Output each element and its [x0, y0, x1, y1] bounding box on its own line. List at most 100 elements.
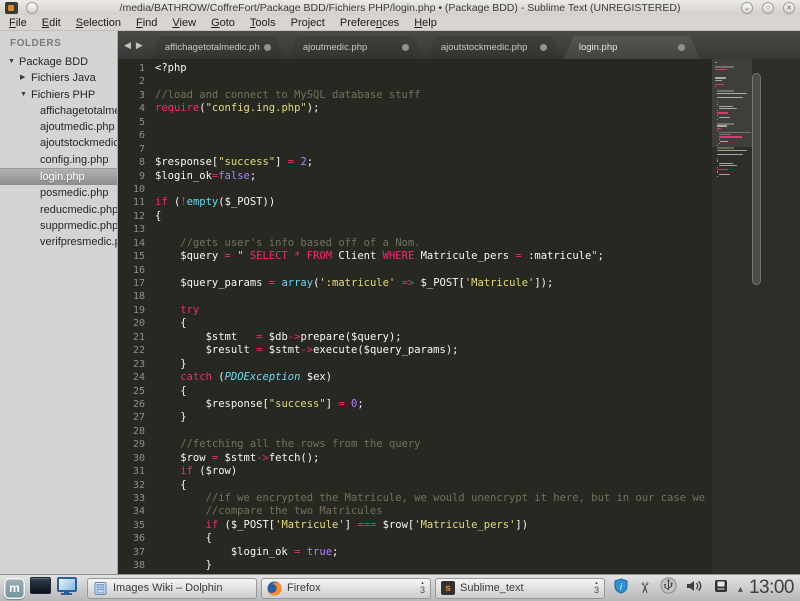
close-button[interactable]: ✕ [783, 2, 795, 14]
code-line[interactable]: 25 { [118, 385, 712, 398]
menu-item-goto[interactable]: Goto [211, 17, 235, 29]
sidebar-file-supprmedic-php[interactable]: supprmedic.php [0, 218, 117, 234]
line-number: 6 [118, 129, 155, 142]
code-line[interactable]: 7 [118, 143, 712, 156]
printer-tray[interactable] [713, 578, 729, 599]
code-line[interactable]: 13 [118, 223, 712, 236]
tab-ajoutstockmedic-php[interactable]: ajoutstockmedic.php [426, 36, 562, 59]
code-line[interactable]: 2 [118, 75, 712, 88]
mint-menu-icon: m [4, 578, 25, 599]
minimize-button[interactable]: ⌄ [741, 2, 753, 14]
code-line[interactable]: 11if (!empty($_POST)) [118, 196, 712, 209]
menu-item-help[interactable]: Help [414, 17, 437, 29]
code-line[interactable]: 16 [118, 264, 712, 277]
line-number: 20 [118, 317, 155, 330]
sidebar-file-verifpresmedic-php[interactable]: verifpresmedic.php [0, 234, 117, 250]
system-tray: i ✂ ▴ [613, 577, 743, 599]
menu-item-project[interactable]: Project [291, 17, 325, 29]
code-line[interactable]: 20 { [118, 317, 712, 330]
code-line[interactable]: 34 //compare the two Matricules [118, 505, 712, 518]
code-line[interactable]: 29 //fetching all the rows from the quer… [118, 438, 712, 451]
update-notifier-shield-tray[interactable]: i [613, 578, 629, 599]
klipper-scissors-tray[interactable]: ✂ [638, 579, 651, 598]
code-line[interactable]: 39 } [118, 573, 712, 574]
code-line[interactable]: 6 [118, 129, 712, 142]
code-line[interactable]: 33 //if we encrypted the Matricule, we w… [118, 492, 712, 505]
code-line[interactable]: 17 $query_params = array(':matricule' =>… [118, 277, 712, 290]
code-line[interactable]: 15 $query = " SELECT * FROM Client WHERE… [118, 250, 712, 263]
code-line[interactable]: 9$login_ok=false; [118, 170, 712, 183]
scrollbar-thumb[interactable] [752, 73, 761, 285]
code-line[interactable]: 5 [118, 116, 712, 129]
code-line[interactable]: 10 [118, 183, 712, 196]
task-button-sublime-text[interactable]: sSublime_text▴3 [435, 578, 605, 599]
line-number: 11 [118, 196, 155, 209]
panel-expand-arrow-tray[interactable]: ▴ [738, 579, 743, 597]
code-line[interactable]: 28 [118, 425, 712, 438]
code-line[interactable]: 36 { [118, 532, 712, 545]
menu-item-selection[interactable]: Selection [76, 17, 121, 29]
code-line[interactable]: 8$response["success"] = 2; [118, 156, 712, 169]
sidebar-folder-fichiers-java[interactable]: ▶Fichiers Java [0, 70, 117, 86]
clock[interactable]: 13:00 [749, 577, 794, 599]
sidebar-file-reducmedic-php[interactable]: reducmedic.php [0, 202, 117, 218]
code-line[interactable]: 1<?php [118, 62, 712, 75]
sidebar-file-ajoutmedic-php[interactable]: ajoutmedic.php [0, 119, 117, 135]
code-line[interactable]: 32 { [118, 479, 712, 492]
code-line[interactable]: 38 } [118, 559, 712, 572]
tab-affichagetotalmedic-php[interactable]: affichagetotalmedic.php [150, 36, 286, 59]
task-button-firefox[interactable]: Firefox▴3 [261, 578, 431, 599]
menu-item-view[interactable]: View [172, 17, 196, 29]
sidebar-file-config-ing-php[interactable]: config.ing.php [0, 152, 117, 168]
tab-scroll-right-icon[interactable]: ▶ [136, 40, 143, 51]
menu-item-file[interactable]: File [9, 17, 27, 29]
code-line[interactable]: 12{ [118, 210, 712, 223]
taskbar-launchers: m [4, 575, 77, 601]
tab-login-php[interactable]: login.php [564, 36, 700, 59]
tab-ajoutmedic-php[interactable]: ajoutmedic.php [288, 36, 424, 59]
shade-button[interactable] [26, 2, 38, 14]
sidebar-file-affichagetotalmedic-php[interactable]: affichagetotalmedic.php [0, 103, 117, 119]
code-line[interactable]: 18 [118, 290, 712, 303]
line-number: 29 [118, 438, 155, 451]
sidebar-file-login-php[interactable]: login.php [0, 168, 117, 185]
maximize-button[interactable]: ○ [762, 2, 774, 14]
code-line[interactable]: 37 $login_ok = true; [118, 546, 712, 559]
task-button-dolphin[interactable]: Images Wiki – Dolphin [87, 578, 257, 599]
code-line[interactable]: 3//load and connect to MySQL database st… [118, 89, 712, 102]
konsole-terminal-launcher[interactable] [30, 577, 51, 599]
code-line[interactable]: 21 $stmt = $db->prepare($query); [118, 331, 712, 344]
window-count-badge[interactable]: ▴3 [594, 581, 599, 595]
code-line[interactable]: 14 //gets user's info based off of a Nom… [118, 237, 712, 250]
sidebar: FOLDERS ▼Package BDD▶Fichiers Java▼Fichi… [0, 31, 118, 574]
menu-item-preferences[interactable]: Preferences [340, 17, 399, 29]
menu-item-edit[interactable]: Edit [42, 17, 61, 29]
code-line[interactable]: 19 try [118, 304, 712, 317]
code-line[interactable]: 35 if ($_POST['Matricule'] === $row['Mat… [118, 519, 712, 532]
mint-menu-launcher[interactable]: m [4, 578, 25, 599]
code-line[interactable]: 23 } [118, 358, 712, 371]
code-line[interactable]: 4require("config.ing.php"); [118, 102, 712, 115]
code-line[interactable]: 31 if ($row) [118, 465, 712, 478]
usb-device-notifier-tray[interactable] [660, 577, 677, 599]
audio-volume-tray[interactable] [686, 578, 704, 599]
tab-scroll-left-icon[interactable]: ◀ [124, 40, 131, 51]
code-line[interactable]: 27 } [118, 411, 712, 424]
code-line[interactable]: 30 $row = $stmt->fetch(); [118, 452, 712, 465]
minimap[interactable] [712, 59, 800, 574]
desktop-monitor-launcher[interactable] [56, 575, 77, 601]
sidebar-folder-fichiers-php[interactable]: ▼Fichiers PHP [0, 87, 117, 103]
sidebar-folder-package-bdd[interactable]: ▼Package BDD [0, 54, 117, 70]
code-area[interactable]: 1<?php23//load and connect to MySQL data… [118, 59, 712, 574]
line-number: 35 [118, 519, 155, 532]
sidebar-file-posmedic-php[interactable]: posmedic.php [0, 185, 117, 201]
menu-item-tools[interactable]: Tools [250, 17, 276, 29]
menu-item-find[interactable]: Find [136, 17, 157, 29]
code-line[interactable]: 26 $response["success"] = 0; [118, 398, 712, 411]
code-line[interactable]: 24 catch (PDOException $ex) [118, 371, 712, 384]
sidebar-file-ajoutstockmedic-php[interactable]: ajoutstockmedic.php [0, 135, 117, 151]
minimap-viewport[interactable] [712, 59, 752, 147]
window-count-badge[interactable]: ▴3 [420, 581, 425, 595]
code-line[interactable]: 22 $result = $stmt->execute($query_param… [118, 344, 712, 357]
line-number: 30 [118, 452, 155, 465]
